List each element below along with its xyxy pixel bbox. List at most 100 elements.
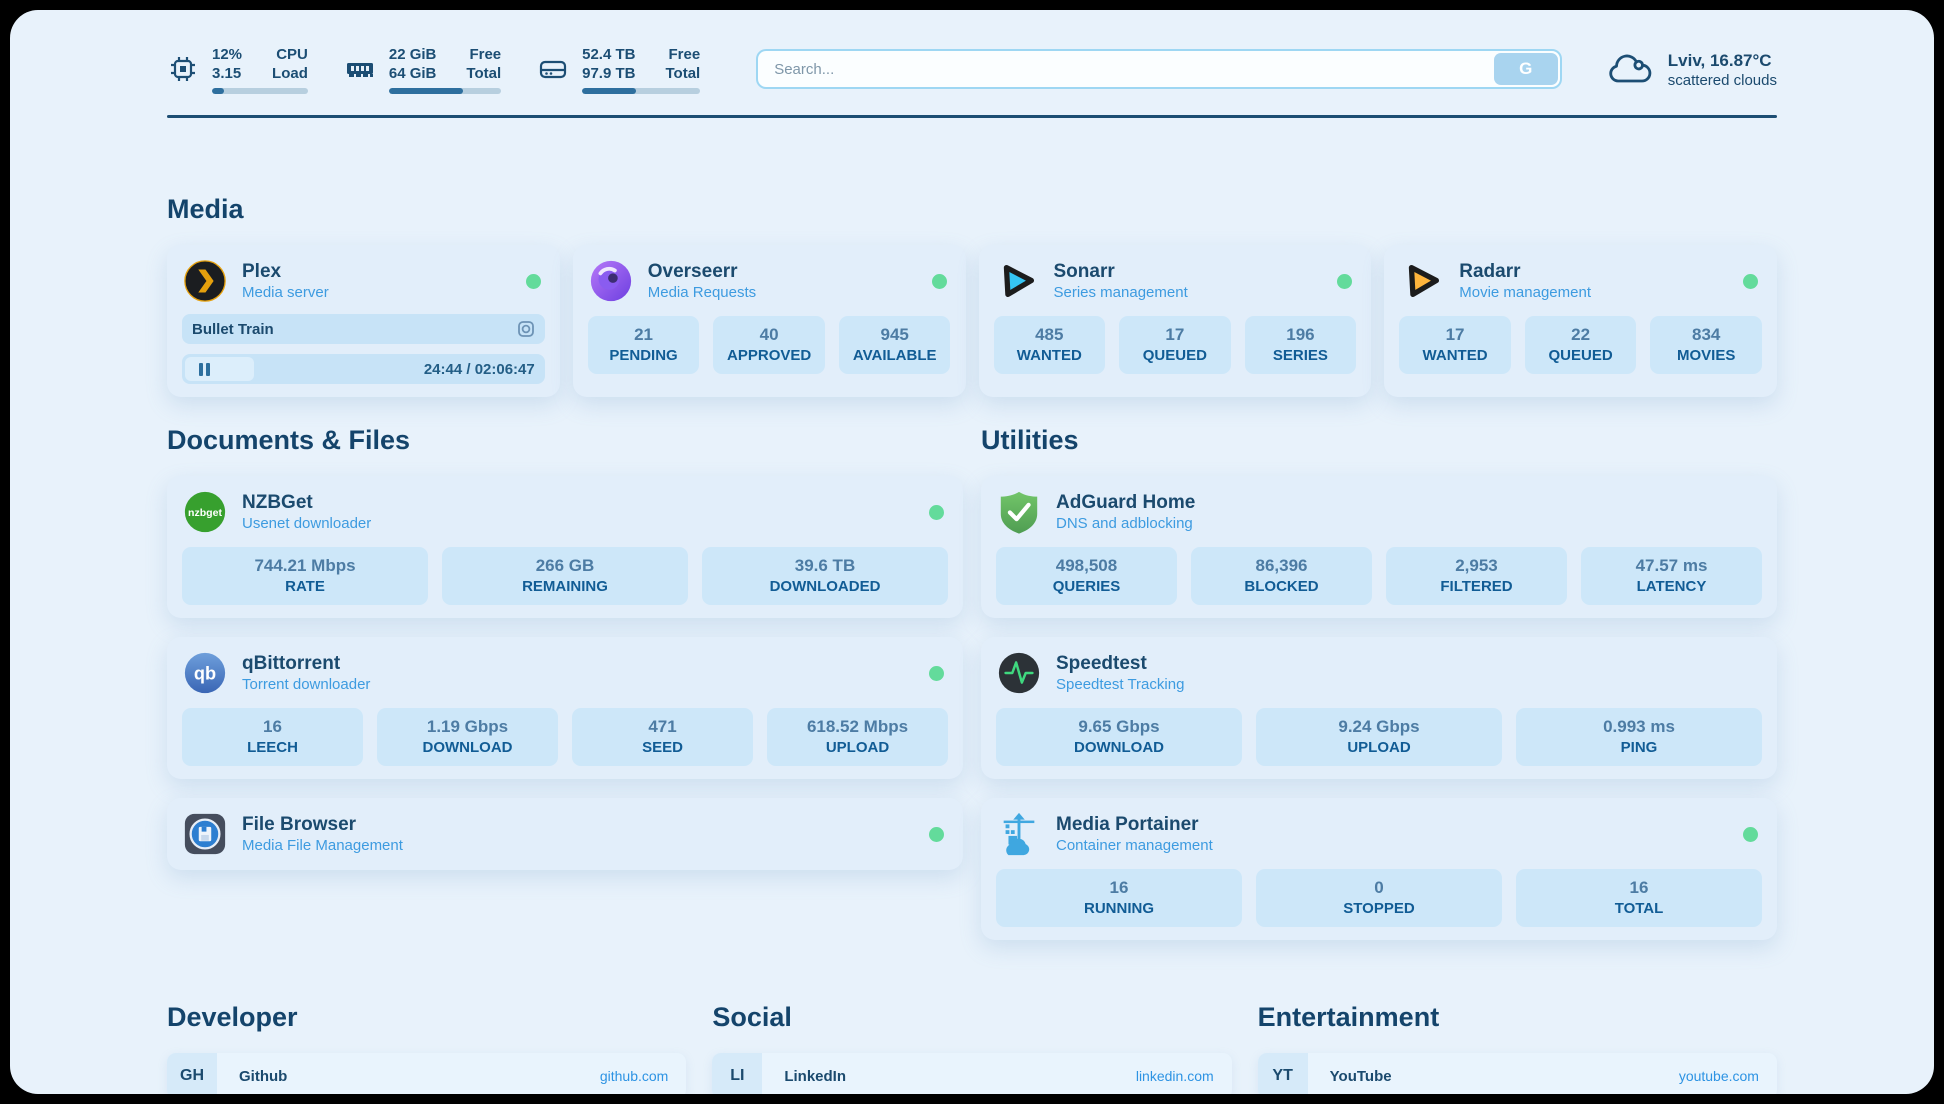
search-engine-button[interactable]: G: [1494, 53, 1558, 85]
card-title: File Browser: [242, 813, 915, 836]
top-bar: 12% 3.15 CPU Load: [167, 40, 1777, 98]
section-title-entertainment: Entertainment: [1258, 1002, 1777, 1033]
disk-stat: 52.4 TB 97.9 TB Free Total: [537, 45, 700, 94]
card-overseerr[interactable]: Overseerr Media Requests 21 PENDING 40 A…: [573, 245, 966, 397]
card-plex[interactable]: Plex Media server Bullet Train 24:44 / 0: [167, 245, 560, 397]
developer-section: Developer GH Github github.com SO StackO…: [167, 1002, 686, 1094]
dashboard-page: 12% 3.15 CPU Load: [10, 10, 1934, 1094]
card-filebrowser[interactable]: File Browser Media File Management: [167, 798, 963, 870]
card-subtitle: Media File Management: [242, 836, 915, 855]
svg-text:nzbget: nzbget: [188, 507, 222, 519]
stat-chip: 17 QUEUED: [1119, 316, 1231, 374]
card-adguard[interactable]: AdGuard Home DNS and adblocking 498,508 …: [981, 476, 1777, 618]
card-title: Sonarr: [1054, 260, 1324, 283]
system-stats: 12% 3.15 CPU Load: [167, 45, 700, 94]
cpu-progress-fill: [212, 88, 224, 94]
adguard-icon: [996, 489, 1042, 535]
utilities-column: Utilities AdGuard Home DNS: [981, 425, 1777, 940]
card-portainer[interactable]: Media Portainer Container management 16 …: [981, 798, 1777, 940]
disk-value-total: 97.9 TB: [582, 64, 635, 83]
card-title: Plex: [242, 260, 512, 283]
disk-label-1: Free: [669, 45, 701, 64]
stat-chip: 21 PENDING: [588, 316, 700, 374]
card-speedtest[interactable]: Speedtest Speedtest Tracking 9.65 Gbps D…: [981, 637, 1777, 779]
card-radarr[interactable]: Radarr Movie management 17 WANTED 22 QUE…: [1384, 245, 1777, 397]
sonarr-icon: [994, 258, 1040, 304]
link-row-github[interactable]: GH Github github.com: [167, 1053, 686, 1094]
qbittorrent-icon: qb: [182, 650, 228, 696]
cpu-value-load: 3.15: [212, 64, 242, 83]
stat-chip: 498,508 QUERIES: [996, 547, 1177, 605]
stat-chip: 196 SERIES: [1245, 316, 1357, 374]
stat-chip: 266 GB REMAINING: [442, 547, 688, 605]
card-title: Radarr: [1459, 260, 1729, 283]
card-nzbget[interactable]: nzbget NZBGet Usenet downloader 744.21 M…: [167, 476, 963, 618]
cpu-progress-track: [212, 88, 308, 94]
disk-label-2: Total: [665, 64, 700, 83]
card-subtitle: Media Requests: [648, 283, 918, 302]
stat-chip: 17 WANTED: [1399, 316, 1511, 374]
link-badge: YT: [1258, 1053, 1308, 1094]
cloud-icon: [1606, 51, 1654, 87]
disk-icon: [537, 53, 569, 85]
stat-chip: 1.19 Gbps DOWNLOAD: [377, 708, 558, 766]
ram-progress-track: [389, 88, 501, 94]
cpu-icon: [167, 53, 199, 85]
entertainment-section: Entertainment YT YouTube youtube.com NF …: [1258, 1002, 1777, 1094]
social-section: Social LI LinkedIn linkedin.com TW Twitt…: [712, 1002, 1231, 1094]
stat-chip: 2,953 FILTERED: [1386, 547, 1567, 605]
nzbget-icon: nzbget: [182, 489, 228, 535]
filebrowser-icon: [182, 811, 228, 857]
session-settings-icon[interactable]: [517, 320, 535, 338]
section-title-documents: Documents & Files: [167, 425, 963, 456]
card-subtitle: Movie management: [1459, 283, 1729, 302]
stat-chip: 9.24 Gbps UPLOAD: [1256, 708, 1502, 766]
cpu-stat: 12% 3.15 CPU Load: [167, 45, 308, 94]
portainer-icon: [996, 811, 1042, 857]
stat-chip: 0 STOPPED: [1256, 869, 1502, 927]
stat-chip: 744.21 Mbps RATE: [182, 547, 428, 605]
playback-time: 24:44 / 02:06:47: [424, 361, 535, 378]
ram-stat: 22 GiB 64 GiB Free Total: [344, 45, 501, 94]
ram-icon: [344, 53, 376, 85]
stat-chip: 47.57 ms LATENCY: [1581, 547, 1762, 605]
ram-label-2: Total: [466, 64, 501, 83]
search-input[interactable]: [756, 49, 1562, 89]
card-qbittorrent[interactable]: qb qBittorrent Torrent downloader 16 LEE…: [167, 637, 963, 779]
pause-icon[interactable]: [199, 363, 210, 376]
cpu-label-2: Load: [272, 64, 308, 83]
weather-location-temp: Lviv, 16.87°C: [1668, 50, 1777, 72]
section-title-media: Media: [167, 194, 1777, 225]
card-title: AdGuard Home: [1056, 491, 1762, 514]
status-online-dot: [1743, 274, 1758, 289]
overseerr-icon: [588, 258, 634, 304]
status-online-dot: [1337, 274, 1352, 289]
stat-chip: 9.65 Gbps DOWNLOAD: [996, 708, 1242, 766]
search-bar: G: [756, 49, 1562, 89]
stat-chip: 471 SEED: [572, 708, 753, 766]
now-playing-row: Bullet Train: [182, 314, 545, 344]
stat-chip: 834 MOVIES: [1650, 316, 1762, 374]
link-row-linkedin[interactable]: LI LinkedIn linkedin.com: [712, 1053, 1231, 1094]
weather-widget: Lviv, 16.87°C scattered clouds: [1606, 50, 1777, 89]
card-sonarr[interactable]: Sonarr Series management 485 WANTED 17 Q…: [979, 245, 1372, 397]
stat-chip: 16 LEECH: [182, 708, 363, 766]
section-title-social: Social: [712, 1002, 1231, 1033]
status-online-dot: [929, 666, 944, 681]
link-row-youtube[interactable]: YT YouTube youtube.com: [1258, 1053, 1777, 1094]
section-title-utilities: Utilities: [981, 425, 1777, 456]
stat-chip: 40 APPROVED: [713, 316, 825, 374]
stat-chip: 39.6 TB DOWNLOADED: [702, 547, 948, 605]
disk-progress-fill: [582, 88, 636, 94]
stat-chip: 945 AVAILABLE: [839, 316, 951, 374]
stat-chip: 16 RUNNING: [996, 869, 1242, 927]
stat-chip: 0.993 ms PING: [1516, 708, 1762, 766]
disk-progress-track: [582, 88, 700, 94]
plex-icon: [182, 258, 228, 304]
status-online-dot: [1743, 827, 1758, 842]
disk-value-free: 52.4 TB: [582, 45, 635, 64]
card-subtitle: Torrent downloader: [242, 675, 915, 694]
media-grid: Plex Media server Bullet Train 24:44 / 0: [167, 245, 1777, 397]
stat-chip: 485 WANTED: [994, 316, 1106, 374]
card-title: qBittorrent: [242, 652, 915, 675]
